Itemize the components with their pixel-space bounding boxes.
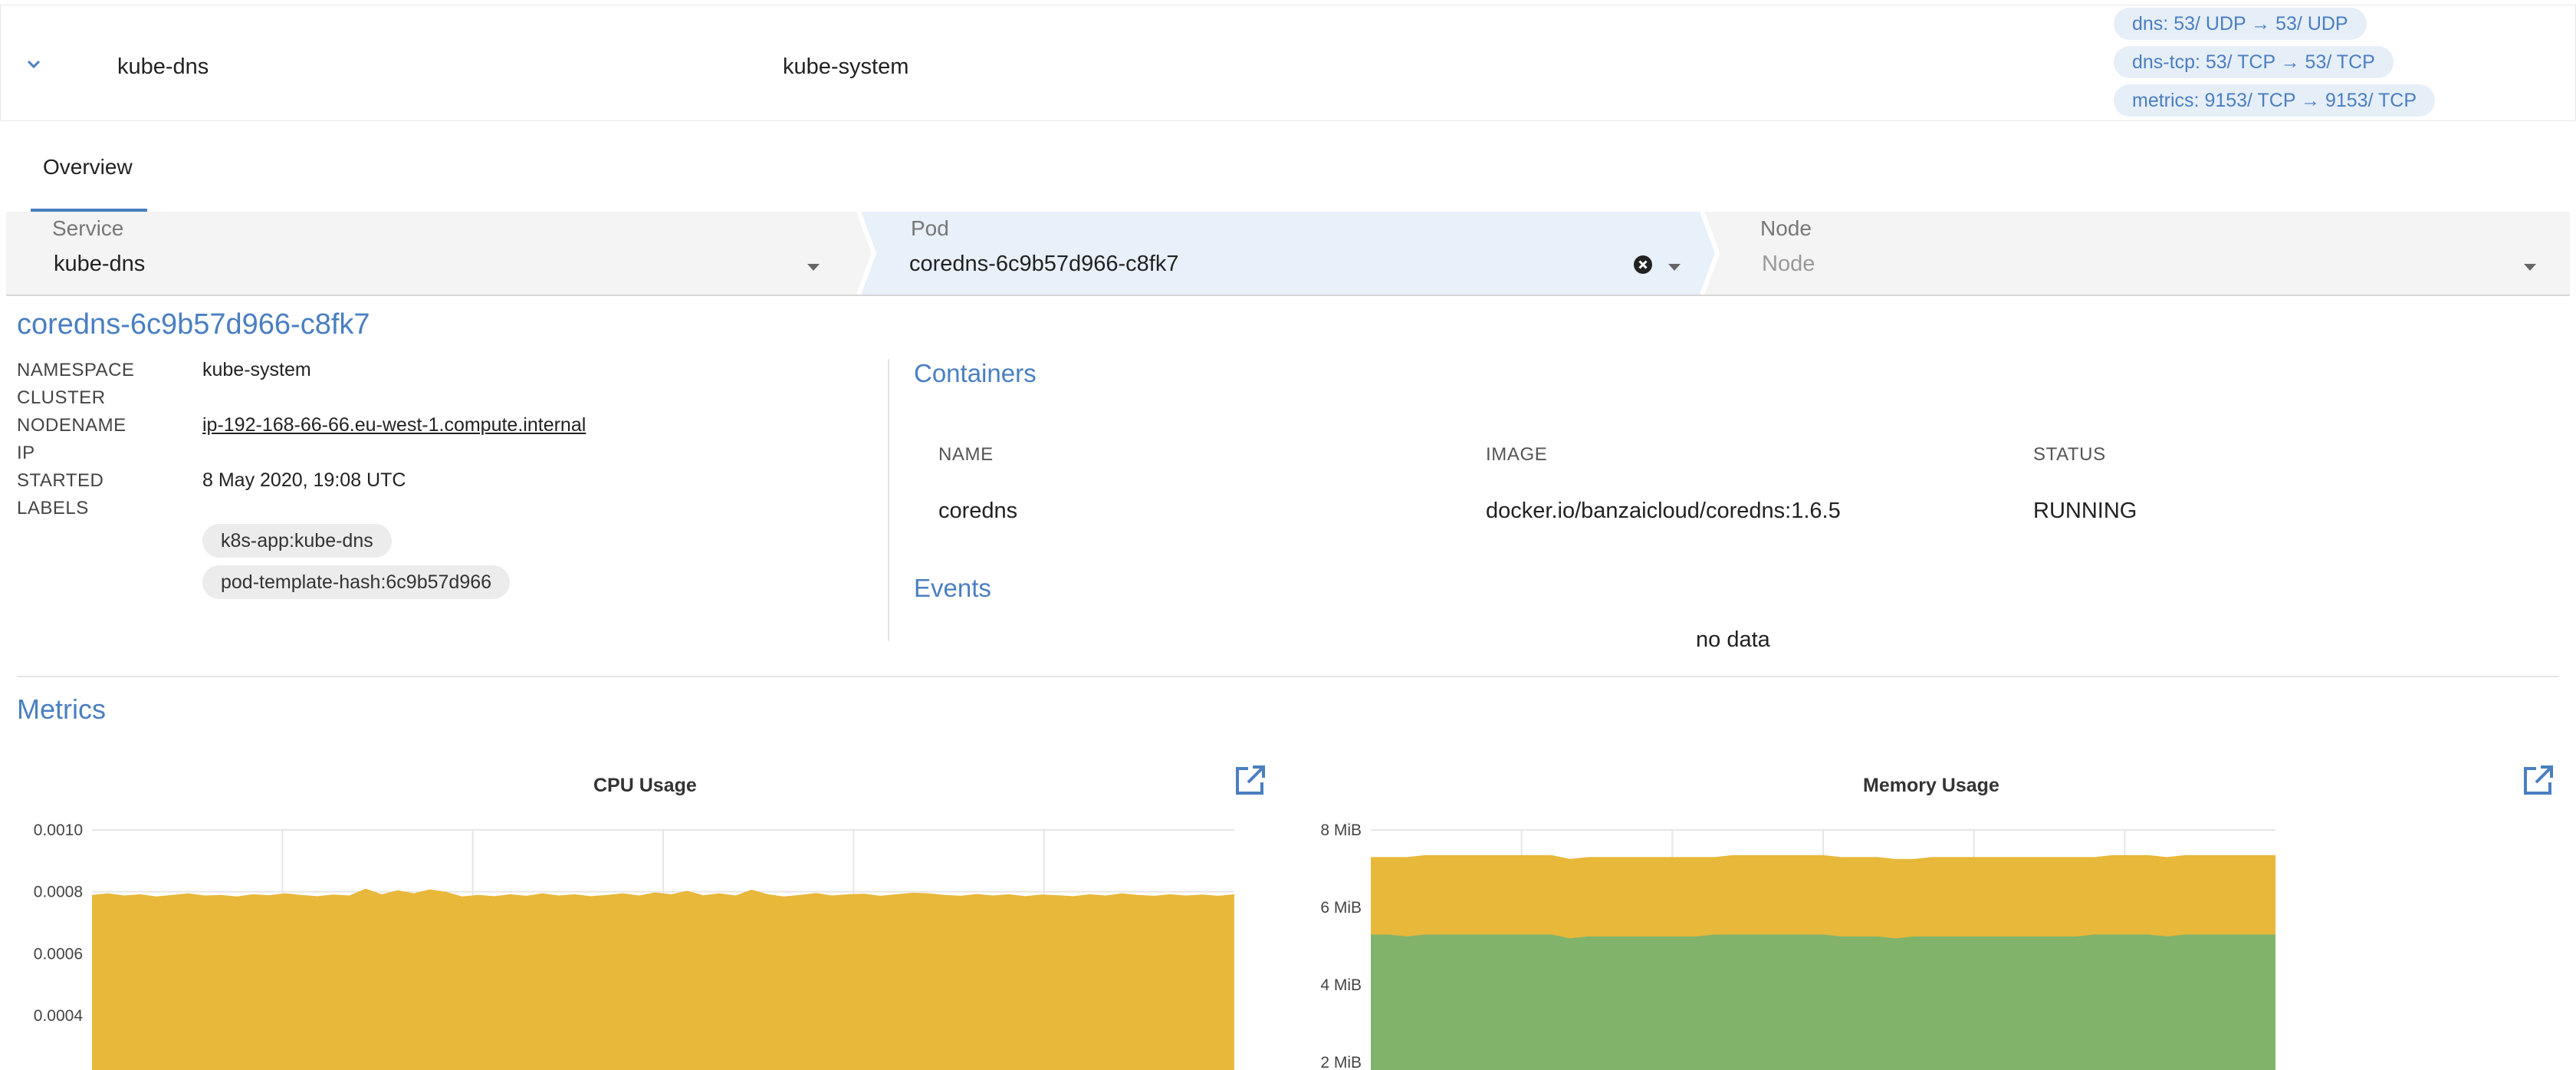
y-tick-label: 0.0010 <box>34 821 83 839</box>
service-namespace: kube-system <box>783 54 909 79</box>
y-tick-label: 0.0008 <box>34 884 83 901</box>
nodename-link[interactable]: ip-192-168-66-66.eu-west-1.compute.inter… <box>202 414 586 436</box>
tab-overview[interactable]: Overview <box>31 123 147 212</box>
open-external-icon[interactable] <box>2521 764 2555 798</box>
port-chip: dns: 53/ UDP → 53/ UDP <box>2114 8 2367 40</box>
vertical-divider <box>888 359 889 641</box>
cpu-usage-chart: 0.0010 0.0008 0.0006 0.0004 <box>34 821 1234 1070</box>
caret-down-icon <box>2524 264 2536 271</box>
key-labels: LABELS <box>17 498 89 519</box>
key-cluster: CLUSTER <box>17 387 106 408</box>
y-tick-label: 2 MiB <box>1320 1054 1362 1070</box>
metrics-title: Metrics <box>17 693 106 725</box>
service-select-label: Service <box>52 216 124 240</box>
service-select[interactable]: Service kube-dns <box>6 212 857 295</box>
memory-usage-chart: 8 MiB 6 MiB 4 MiB 2 MiB <box>1320 821 2275 1070</box>
events-title: Events <box>914 574 991 602</box>
value-namespace: kube-system <box>202 359 311 380</box>
container-status: RUNNING <box>2033 499 2137 523</box>
y-tick-label: 0.0004 <box>34 1007 84 1025</box>
y-tick-label: 0.0006 <box>34 945 83 963</box>
series-area <box>1371 934 2275 1070</box>
y-tick-label: 6 MiB <box>1320 899 1362 917</box>
node-select[interactable]: Node Node <box>1717 212 2570 295</box>
key-nodename: NODENAME <box>17 415 127 436</box>
key-started: STARTED <box>17 470 104 491</box>
column-header-image: IMAGE <box>1486 444 1548 465</box>
label-chip: pod-template-hash:6c9b57d966 <box>202 565 511 599</box>
key-ip: IP <box>17 443 35 463</box>
service-select-value: kube-dns <box>54 252 146 276</box>
caret-down-icon <box>807 264 820 271</box>
column-header-status: STATUS <box>2033 444 2106 465</box>
series-area <box>92 888 1234 1070</box>
column-header-name: NAME <box>938 444 994 465</box>
port-chip: metrics: 9153/ TCP → 9153/ TCP <box>2114 84 2435 117</box>
open-external-icon[interactable] <box>1233 764 1267 798</box>
service-name: kube-dns <box>117 54 209 79</box>
horizontal-divider <box>17 676 2559 677</box>
value-started: 8 May 2020, 19:08 UTC <box>202 469 406 491</box>
y-tick-label: 4 MiB <box>1320 976 1362 994</box>
key-namespace: NAMESPACE <box>17 360 135 380</box>
container-image: docker.io/banzaicloud/coredns:1.6.5 <box>1486 499 1841 523</box>
service-row[interactable]: kube-dns kube-system dns: 53/ UDP → 53/ … <box>0 5 2576 121</box>
container-name: coredns <box>938 499 1018 523</box>
node-select-label: Node <box>1760 216 1812 240</box>
pod-title: coredns-6c9b57d966-c8fk7 <box>17 308 370 341</box>
port-chip: dns-tcp: 53/ TCP → 53/ TCP <box>2114 46 2394 78</box>
containers-title: Containers <box>914 359 1037 387</box>
node-select-placeholder: Node <box>1762 252 1815 276</box>
clear-icon[interactable] <box>1633 255 1653 275</box>
caret-down-icon <box>1668 264 1681 271</box>
cpu-chart-title: CPU Usage <box>593 775 697 796</box>
memory-chart-title: Memory Usage <box>1863 775 1999 796</box>
resource-selector: Service kube-dns Pod coredns-6c9b57d966-… <box>6 212 2570 296</box>
pod-select[interactable]: Pod coredns-6c9b57d966-c8fk7 <box>874 212 1702 295</box>
pod-select-value: coredns-6c9b57d966-c8fk7 <box>909 252 1179 276</box>
chevron-down-icon[interactable] <box>25 56 42 73</box>
tab-overview-label: Overview <box>43 155 133 179</box>
pod-select-label: Pod <box>911 216 949 240</box>
label-chip: k8s-app:kube-dns <box>202 524 392 558</box>
y-tick-label: 8 MiB <box>1320 821 1362 839</box>
events-empty: no data <box>1696 627 1770 652</box>
